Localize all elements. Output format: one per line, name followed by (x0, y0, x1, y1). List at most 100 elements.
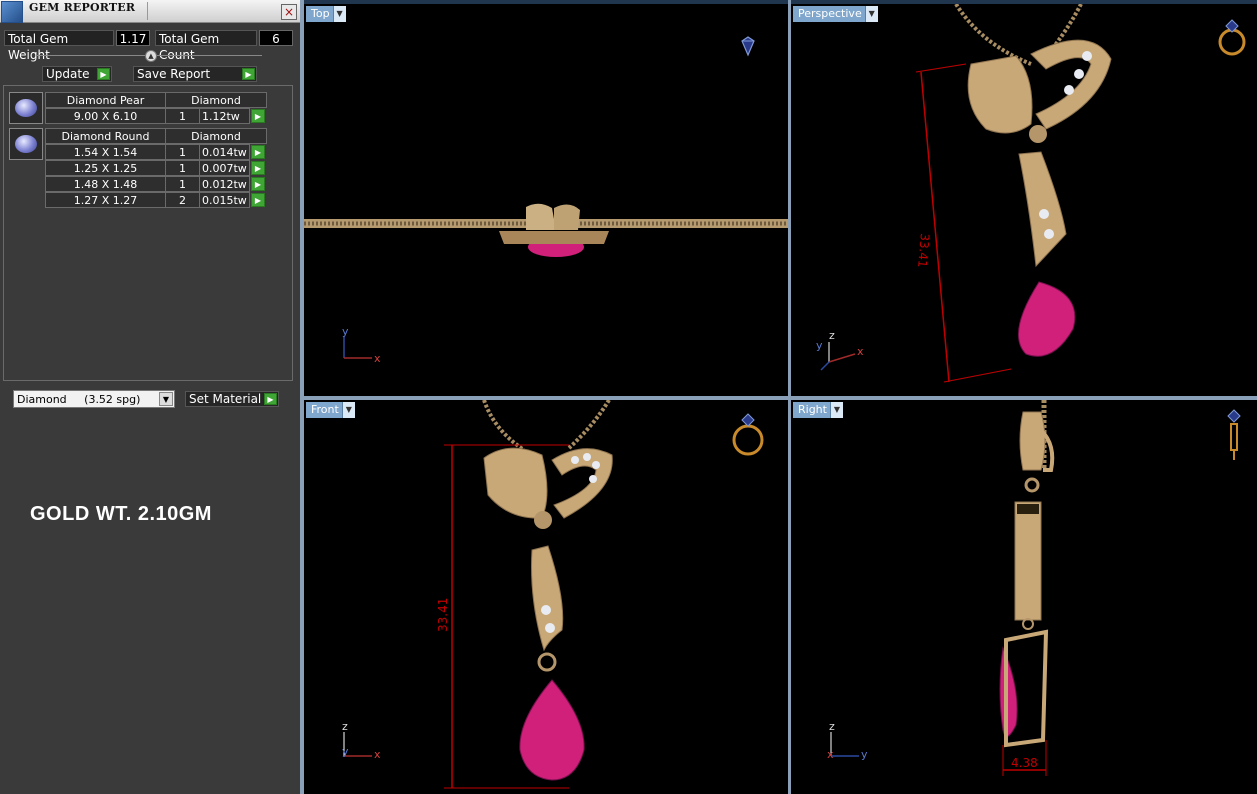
pear-gem (519, 679, 585, 781)
side-stone (545, 623, 555, 633)
chain-left (482, 400, 526, 452)
ring-icon[interactable] (1214, 16, 1250, 60)
side-stone (583, 453, 591, 461)
dimension-extension (915, 63, 967, 73)
gem-group-type: Diamond (165, 128, 267, 144)
gem-weight: 0.007tw (199, 160, 250, 176)
bail-ring (1024, 477, 1040, 493)
diamond-icon (15, 135, 37, 153)
diamond-round-thumbnail[interactable] (9, 128, 43, 160)
gem-count: 1 (165, 144, 200, 160)
collapse-up-icon[interactable]: ▲ (145, 50, 157, 62)
total-gem-count-value: 6 (259, 30, 293, 46)
ribbon-edge (1017, 504, 1039, 514)
drop-ribbon (531, 545, 564, 652)
front-dimension-label: 33.41 (436, 597, 450, 632)
side-stone (1074, 69, 1084, 79)
gem-group-name: Diamond Round (45, 128, 166, 144)
gem-reporter-app-icon (1, 1, 23, 23)
gem-weight: 0.012tw (199, 176, 250, 192)
chevron-down-icon: ▼ (159, 392, 173, 406)
axis-y-label: y (861, 748, 868, 761)
select-gem-button[interactable]: ▶ (251, 193, 265, 207)
select-gem-button[interactable]: ▶ (251, 161, 265, 175)
top-viewport[interactable]: Top ▼ y x (304, 4, 788, 396)
side-stone (592, 461, 600, 469)
axis-z-label: z (829, 720, 835, 733)
gem-weight: 0.014tw (199, 144, 250, 160)
gem-group-type: Diamond (165, 92, 267, 108)
axis-x-label: x (374, 352, 381, 365)
select-gem-button[interactable]: ▶ (251, 109, 265, 123)
dimension-extension (943, 368, 1012, 383)
bow-right-top (554, 204, 580, 230)
drop-ribbon-side (1014, 501, 1042, 621)
axis-x-label: x (827, 748, 834, 761)
perspective-dimension-label: 33.41 (915, 232, 932, 269)
gem-reporter-panel: GEM REPORTER × Total Gem Weight 1.17 Tot… (0, 0, 300, 794)
bow-loop-right (551, 448, 613, 519)
total-gem-count-label: Total Gem Count (155, 30, 257, 62)
side-stone (1064, 85, 1074, 95)
panel-title: GEM REPORTER (29, 1, 136, 14)
gold-weight-text: GOLD WT. 2.10GM (30, 503, 212, 525)
axis-x-label: x (857, 345, 864, 358)
chain-left (954, 4, 1032, 66)
pendant-side-icon[interactable] (1222, 408, 1246, 462)
gem-icon[interactable] (738, 35, 758, 57)
side-stone (1082, 51, 1092, 61)
close-button[interactable]: × (281, 4, 297, 20)
side-stone (1044, 229, 1054, 239)
pear-gem (1017, 281, 1076, 357)
axis-y-label: y (342, 325, 349, 338)
perspective-viewport[interactable]: Perspective ▼ 33.41 z y x (791, 4, 1257, 396)
gem-count: 2 (165, 192, 200, 208)
right-viewport[interactable]: Right ▼ 4.38 z x y (791, 400, 1257, 794)
axis-z-label: z (829, 329, 835, 342)
titlebar-divider (147, 2, 148, 20)
panel-titlebar: GEM REPORTER × (0, 0, 300, 23)
gem-count: 1 (165, 108, 200, 124)
gem-weight: 1.12tw (199, 108, 250, 124)
select-gem-button[interactable]: ▶ (251, 177, 265, 191)
total-gem-weight-label: Total Gem Weight (4, 30, 114, 62)
right-dimension-label: 4.38 (1011, 756, 1038, 770)
drop-ribbon (1018, 151, 1067, 268)
save-report-button[interactable]: Save Report ▶ (133, 66, 257, 82)
bow-leaf-left (967, 55, 1033, 134)
update-button[interactable]: Update ▶ (42, 66, 112, 82)
diamond-pear-thumbnail[interactable] (9, 92, 43, 124)
front-viewport[interactable]: Front ▼ 33.41 z y x (304, 400, 788, 794)
axis-triad-icon (820, 342, 856, 371)
bow-side (1019, 411, 1046, 471)
material-select[interactable]: Diamond (3.52 spg) ▼ (13, 390, 175, 408)
dimension-line (920, 71, 950, 383)
side-stone (589, 475, 597, 483)
play-icon: ▶ (242, 68, 255, 80)
gem-size: 1.27 X 1.27 (45, 192, 166, 208)
pear-gem-side (999, 646, 1018, 737)
play-icon: ▶ (264, 393, 277, 405)
bow-leaf-left (483, 447, 548, 519)
update-button-label: Update (46, 67, 90, 81)
gem-weight: 0.015tw (199, 192, 250, 208)
gem-size: 1.48 X 1.48 (45, 176, 166, 192)
axis-z-label: z (342, 720, 348, 733)
axis-y-label: y (816, 339, 823, 352)
save-report-button-label: Save Report (137, 67, 211, 81)
select-gem-button[interactable]: ▶ (251, 145, 265, 159)
gem-size: 9.00 X 6.10 (45, 108, 166, 124)
gem-group-name: Diamond Pear (45, 92, 166, 108)
gem-size: 1.54 X 1.54 (45, 144, 166, 160)
bail-ring (537, 652, 557, 672)
side-stone (1039, 209, 1049, 219)
bow-knot (534, 511, 552, 529)
gem-count: 1 (165, 160, 200, 176)
set-material-button[interactable]: Set Material ▶ (185, 391, 279, 407)
total-gem-weight-value: 1.17 (116, 30, 150, 46)
gem-count: 1 (165, 176, 200, 192)
side-stone (571, 456, 579, 464)
gem-size: 1.25 X 1.25 (45, 160, 166, 176)
ring-icon[interactable] (728, 410, 768, 460)
side-stone (541, 605, 551, 615)
